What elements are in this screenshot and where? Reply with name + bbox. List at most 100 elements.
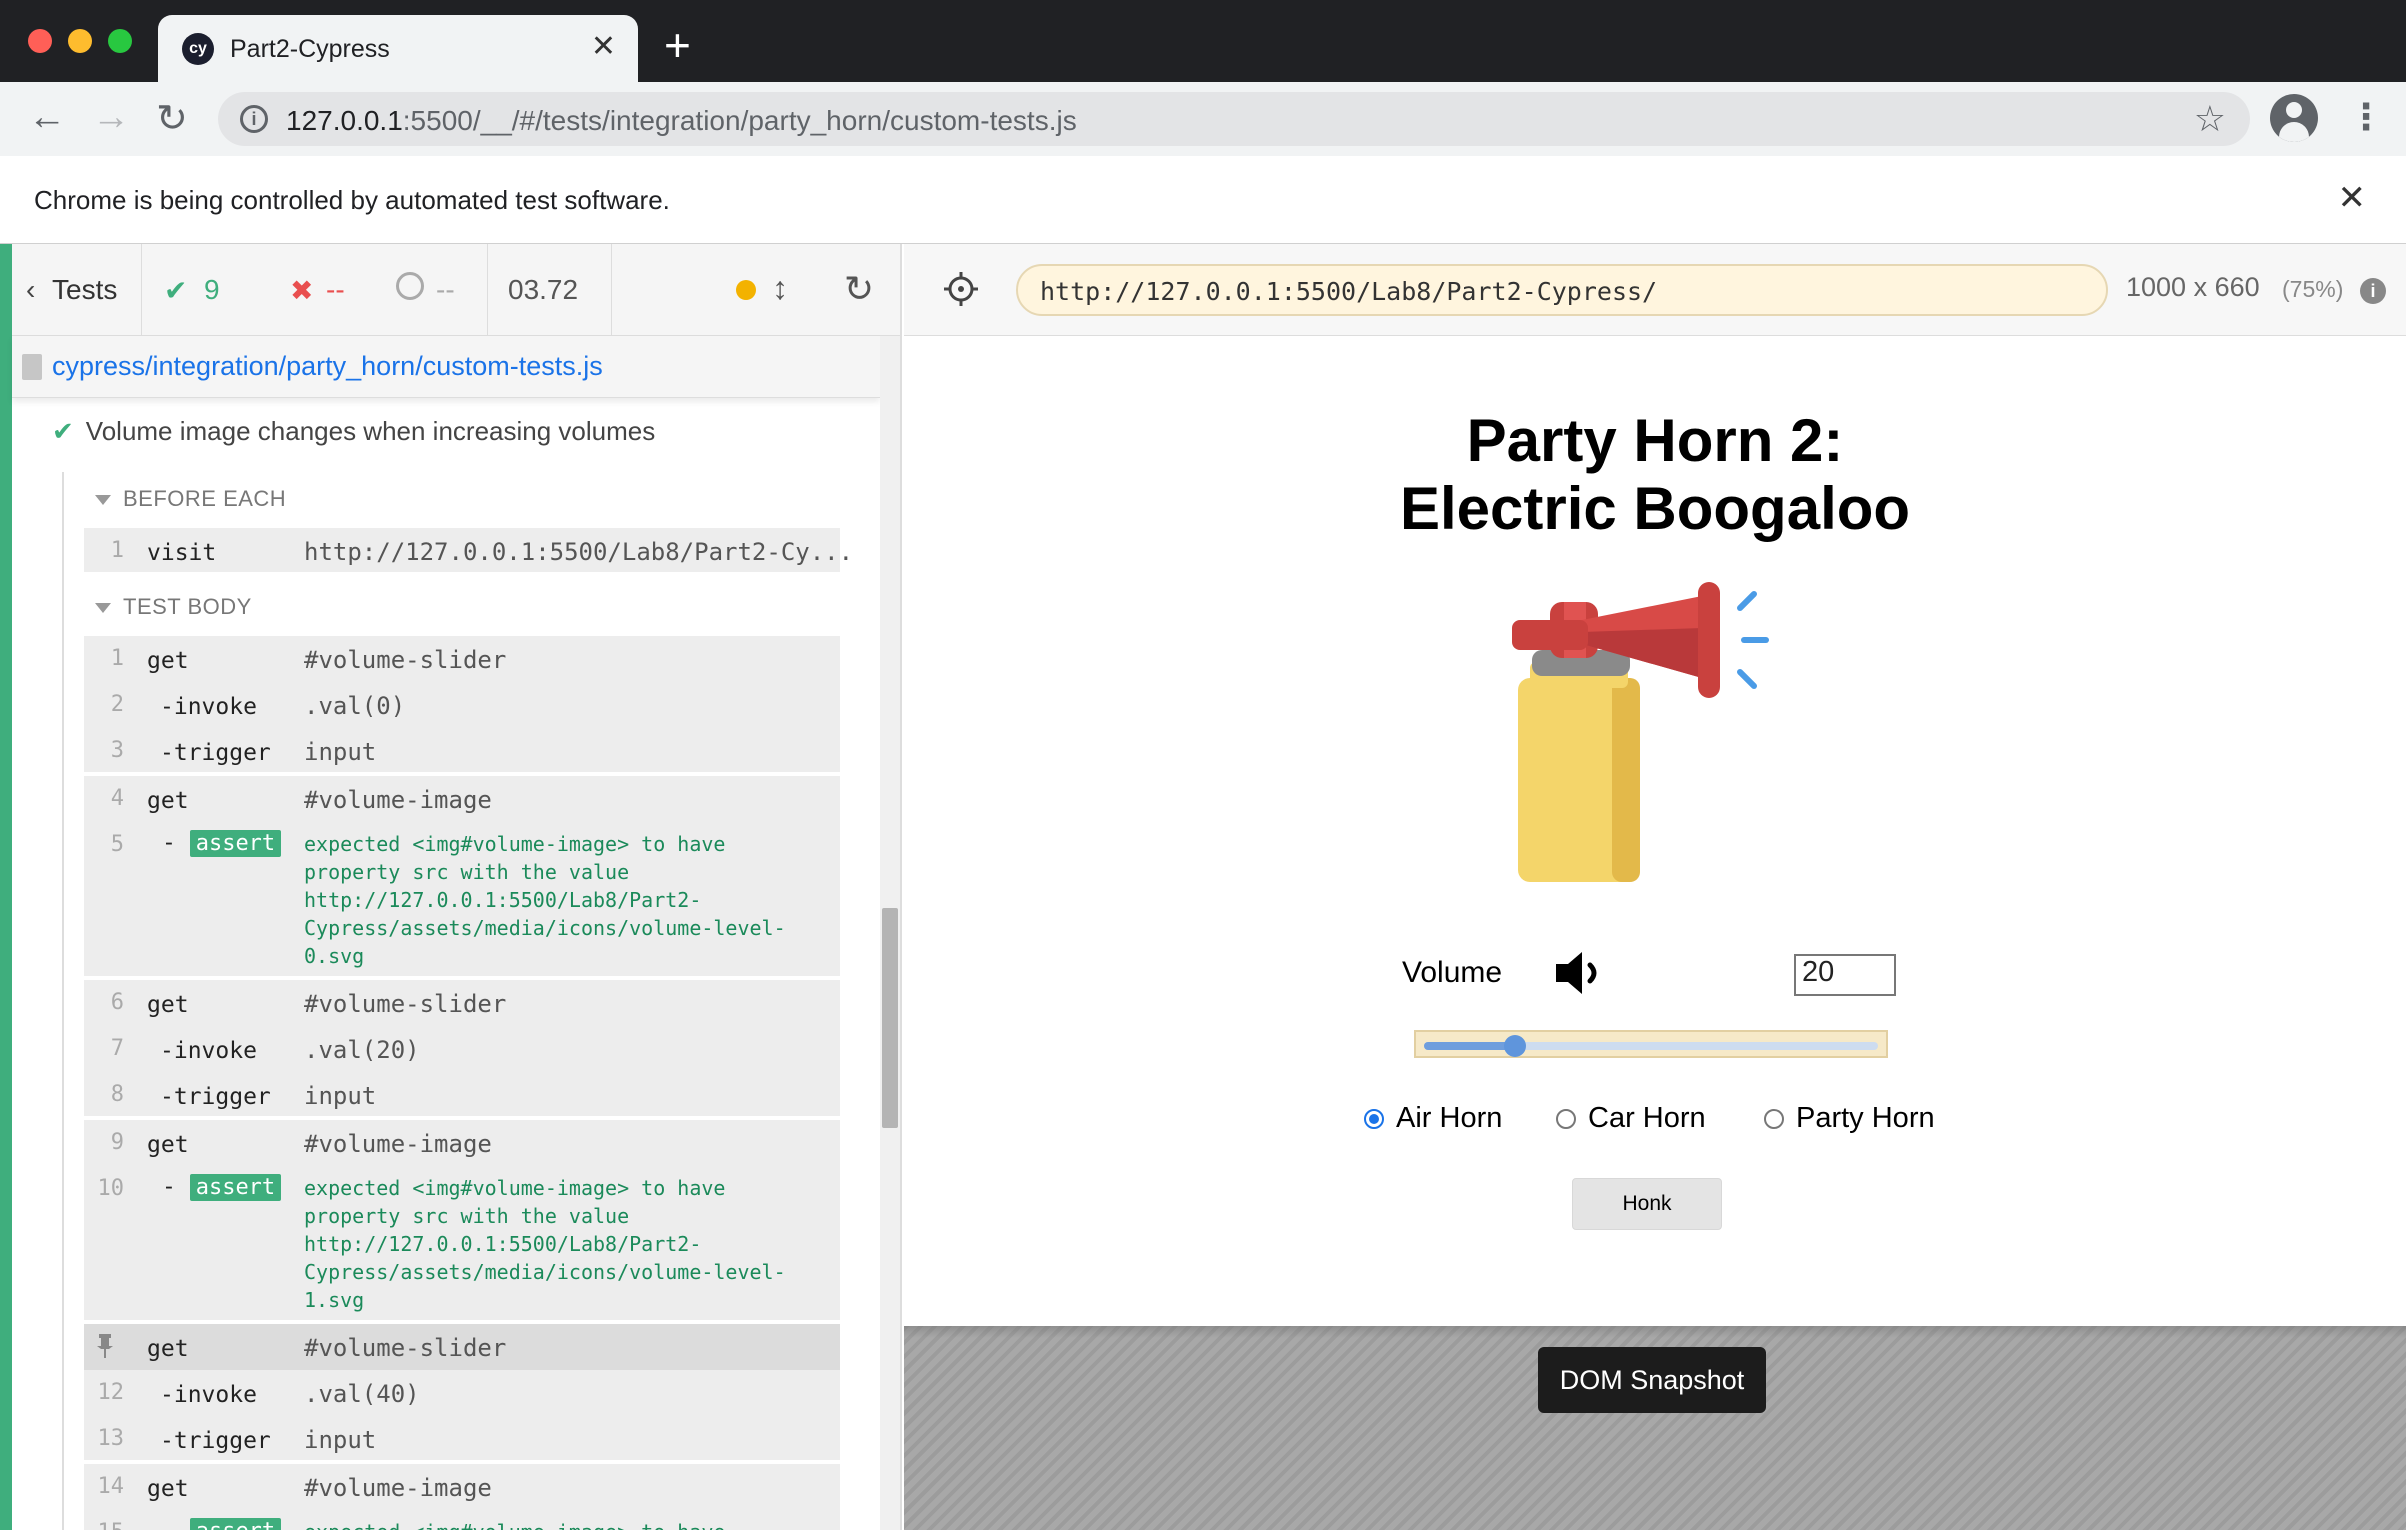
sound-radio-car-horn[interactable]: Car Horn [1556, 1102, 1706, 1135]
infobar-close-icon[interactable]: ✕ [2338, 178, 2367, 218]
assertion-line: property src with the value [304, 1204, 630, 1228]
tests-back-button[interactable]: ‹ Tests [12, 244, 142, 336]
assertion-line: expected <img#volume-image> to have [304, 832, 726, 856]
page-title-line2: Electric Boogaloo [1399, 475, 1911, 542]
command-number: 7 [110, 1036, 124, 1061]
auto-scroll-toggle-icon[interactable]: ↕ [772, 270, 788, 307]
command-row[interactable]: 12 -invoke .val(40) [84, 1370, 840, 1416]
back-arrow-icon[interactable]: ← [28, 96, 66, 139]
command-name: -trigger [160, 1428, 271, 1454]
volume-number-input[interactable]: 20 [1794, 954, 1896, 996]
page-title-line1: Party Horn 2: [1466, 407, 1844, 474]
rerun-tests-icon[interactable]: ↻ [844, 268, 874, 310]
command-row[interactable]: 1 get #volume-slider [84, 636, 840, 682]
command-message: http://127.0.0.1:5500/Lab8/Part2-Cy... [304, 538, 854, 566]
command-row[interactable]: 14 get #volume-image [84, 1464, 840, 1510]
command-name: -invoke [160, 694, 257, 720]
window-zoom-button[interactable] [108, 29, 132, 53]
site-info-icon[interactable]: i [240, 105, 268, 133]
command-group[interactable]: 1 visit http://127.0.0.1:5500/Lab8/Part2… [84, 528, 853, 574]
command-row[interactable]: 13 -trigger input [84, 1416, 840, 1462]
sound-radio-air-horn[interactable]: Air Horn [1364, 1102, 1502, 1135]
command-group[interactable]: 4 get #volume-image 5 - assert expected <img#… [84, 776, 840, 978]
command-row[interactable]: 6 get #volume-slider [84, 980, 840, 1026]
command-name: get [147, 1476, 189, 1502]
command-group[interactable]: 9 get #volume-image 10 - assert expected <img… [84, 1120, 840, 1322]
tab-close-icon[interactable]: ✕ [591, 29, 616, 64]
command-row[interactable]: 3 -trigger input [84, 728, 840, 774]
command-row[interactable]: 7 -invoke .val(20) [84, 1026, 840, 1072]
command-name: -trigger [160, 740, 271, 766]
aut-url-bar[interactable]: http://127.0.0.1:5500/Lab8/Part2-Cypress… [1016, 264, 2108, 316]
command-group[interactable]: 6 get #volume-slider 7 -invoke .val(20) 8 -trig… [84, 980, 840, 1118]
sound-radio-party-horn[interactable]: Party Horn [1764, 1102, 1935, 1135]
aut-url-text: http://127.0.0.1:5500/Lab8/Part2-Cypress… [1040, 277, 1658, 306]
viewport-size: 1000 x 660 [2126, 272, 2260, 302]
address-bar[interactable]: i 127.0.0.1:5500/__/#/tests/integration/… [218, 92, 2250, 146]
new-tab-icon[interactable]: + [664, 18, 691, 72]
radio-button[interactable] [1556, 1109, 1576, 1129]
command-name: -trigger [160, 1084, 271, 1110]
reload-icon[interactable]: ↻ [156, 96, 188, 141]
before-each-label: BEFORE EACH [123, 486, 287, 511]
radio-label: Party Horn [1796, 1102, 1935, 1134]
command-row[interactable]: 4 get #volume-image [84, 776, 840, 822]
pin-icon [97, 1334, 113, 1358]
assert-badge: assert [189, 1518, 282, 1530]
file-icon [22, 354, 42, 380]
command-name: visit [147, 540, 217, 566]
test-body-header[interactable]: TEST BODY [95, 594, 252, 620]
auto-scroll-status-icon [736, 280, 756, 300]
assert-label: - assert [162, 830, 282, 857]
window-minimize-button[interactable] [68, 29, 92, 53]
assertion-line: Cypress/assets/media/icons/volume-level- [304, 1260, 786, 1284]
command-name: get [147, 788, 189, 814]
command-row[interactable]: get #volume-slider [84, 1324, 840, 1370]
test-title[interactable]: ✔ Volume image changes when increasing vo… [52, 416, 655, 447]
radio-button[interactable] [1764, 1109, 1784, 1129]
assertion-row[interactable]: 15- assertexpected <img#volume-image> to… [84, 1510, 840, 1530]
bookmark-star-icon[interactable]: ☆ [2194, 98, 2226, 140]
volume-slider[interactable] [1414, 1030, 1888, 1058]
command-number: 5 [110, 832, 124, 857]
assertion-row[interactable]: 5 - assert expected <img#volume-image> to … [84, 822, 840, 978]
command-message: #volume-image [304, 786, 492, 814]
before-each-header[interactable]: BEFORE EACH [95, 486, 286, 512]
reporter-scrollbar-thumb[interactable] [882, 908, 898, 1128]
browser-tab[interactable]: cy Part2-Cypress ✕ [158, 15, 638, 82]
command-row[interactable]: 2 -invoke .val(0) [84, 682, 840, 728]
forward-arrow-icon[interactable]: → [92, 96, 130, 139]
automation-notice: Chrome is being controlled by automated … [34, 185, 670, 215]
assertion-line: http://127.0.0.1:5500/Lab8/Part2- [304, 1232, 702, 1256]
command-number: 15 [84, 1520, 125, 1530]
command-number: 1 [110, 538, 124, 563]
viewport-info-icon[interactable]: i [2360, 278, 2386, 304]
selector-playground-crosshair-icon[interactable] [944, 272, 978, 306]
command-number: 1 [110, 646, 124, 671]
air-horn-image [1512, 582, 1769, 882]
command-message: input [304, 1426, 377, 1454]
command-row[interactable]: 9 get #volume-image [84, 1120, 840, 1166]
assert-badge: assert [189, 1174, 282, 1201]
assertion-row[interactable]: 10 - assert expected <img#volume-image> to… [84, 1166, 840, 1322]
command-message: .val(0) [304, 692, 406, 720]
command-group[interactable]: 1 get #volume-slider 2 -invoke .val(0) 3 -trigg… [84, 636, 840, 774]
command-row[interactable]: 1 visit http://127.0.0.1:5500/Lab8/Part2… [84, 528, 853, 574]
volume-slider-thumb[interactable] [1503, 1035, 1526, 1057]
spec-file-link[interactable]: cypress/integration/party_horn/custom-te… [52, 351, 603, 382]
browser-toolbar: ← → ↻ i 127.0.0.1:5500/__/#/tests/integr… [0, 82, 2406, 156]
command-row[interactable]: 8 -trigger input [84, 1072, 840, 1118]
window-close-button[interactable] [28, 29, 52, 53]
command-message: #volume-slider [304, 990, 507, 1018]
command-group[interactable]: get #volume-slider 12 -invoke .val(40) 13 -tri… [84, 1324, 840, 1462]
honk-button[interactable]: Honk [1572, 1178, 1722, 1230]
command-name: get [147, 1132, 189, 1158]
browser-menu-icon[interactable]: ⋮ [2348, 96, 2384, 138]
profile-avatar-icon[interactable] [2270, 94, 2318, 142]
test-body-label: TEST BODY [123, 594, 252, 619]
radio-button[interactable] [1364, 1109, 1384, 1129]
command-number: 3 [110, 738, 124, 763]
command-group[interactable]: 14get#volume-image15- assertexpected <im… [84, 1464, 840, 1530]
browser-titlebar: cy Part2-Cypress ✕ + [0, 0, 2406, 82]
radio-label: Car Horn [1588, 1102, 1706, 1134]
